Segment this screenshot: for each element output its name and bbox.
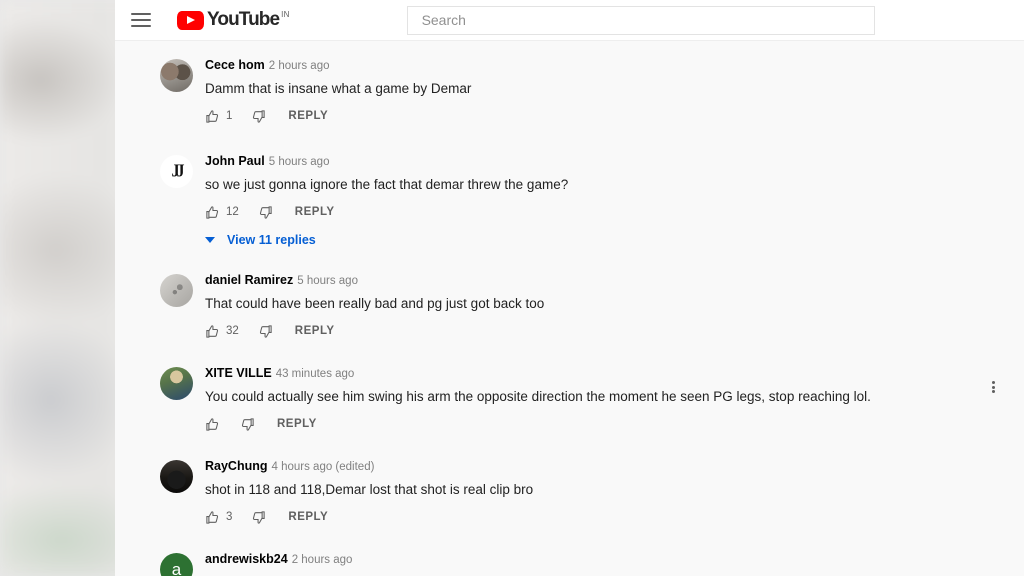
thumbs-up-icon[interactable]	[205, 417, 220, 432]
more-options-icon[interactable]	[985, 379, 1001, 395]
reply-button[interactable]: REPLY	[295, 325, 335, 337]
comment-author[interactable]: Cece hom	[205, 58, 265, 72]
comment-body: Cece hom 2 hours ago Damm that is insane …	[205, 55, 1024, 125]
search-box[interactable]	[406, 5, 875, 35]
thumbs-up-icon[interactable]	[205, 109, 220, 124]
reply-button[interactable]: REPLY	[295, 206, 335, 218]
youtube-app-frame: YouTube IN Cece hom2 hours ago Damm that…	[115, 0, 1024, 576]
thumbs-up-icon[interactable]	[205, 324, 220, 339]
reply-button[interactable]: REPLY	[277, 418, 317, 430]
like-count: 3	[226, 511, 233, 523]
youtube-logo-text: YouTube	[207, 9, 280, 30]
comment-actions: 1 REPLY	[205, 107, 1024, 125]
thumbs-down-icon[interactable]	[251, 510, 266, 525]
play-button-icon	[177, 11, 204, 30]
view-replies-label: View 11 replies	[227, 233, 316, 247]
comment-header: daniel Ramirez 5 hours ago	[205, 272, 1024, 289]
reply-button[interactable]: REPLY	[288, 110, 328, 122]
masthead-header: YouTube IN	[115, 0, 1024, 41]
avatar[interactable]	[160, 274, 193, 307]
comment-header: RayChung 4 hours ago (edited)	[205, 458, 1024, 475]
thumbs-down-icon[interactable]	[258, 324, 273, 339]
comment-text: That could have been really bad and pg j…	[205, 296, 545, 311]
comment-body: andrewiskb242 hours ago I thought the cl…	[205, 549, 1024, 576]
comment-actions: REPLY	[205, 415, 1024, 433]
like-count: 12	[226, 206, 239, 218]
comment-text: You could actually see him swing his arm…	[205, 389, 871, 404]
comment-item: daniel Ramirez 5 hours ago That could hav…	[115, 270, 1024, 340]
avatar[interactable]	[160, 460, 193, 493]
comment-timestamp: 4 hours ago (edited)	[271, 461, 375, 473]
view-replies-button[interactable]: View 11 replies	[205, 233, 1024, 247]
comment-item: a andrewiskb242 hours ago I thought the …	[115, 549, 1024, 576]
comment-item: Cece hom 2 hours ago Damm that is insane …	[115, 55, 1024, 125]
avatar[interactable]: a	[160, 553, 193, 576]
comment-body: John Paul 5 hours ago so we just gonna ig…	[205, 151, 1024, 247]
comment-author[interactable]: andrewiskb24	[205, 552, 288, 566]
comment-actions: 12 REPLY	[205, 203, 1024, 221]
comment-item: JJ John Paul 5 hours ago so we just gonna…	[115, 151, 1024, 247]
comment-timestamp: 43 minutes ago	[275, 368, 355, 380]
chevron-down-icon	[205, 237, 215, 243]
comment-body: XITE VILLE 43 minutes ago You could actua…	[205, 363, 1024, 433]
comment-text: so we just gonna ignore the fact that de…	[205, 177, 569, 192]
comment-timestamp: 5 hours ago	[297, 275, 358, 287]
comment-timestamp: 2 hours ago	[291, 554, 353, 566]
comment-item: XITE VILLE 43 minutes ago You could actua…	[115, 363, 1024, 433]
comment-author[interactable]: John Paul	[205, 154, 265, 168]
search-input[interactable]	[419, 11, 874, 29]
thumbs-up-icon[interactable]	[205, 205, 220, 220]
thumbs-down-icon[interactable]	[258, 205, 273, 220]
youtube-logo-country: IN	[281, 10, 290, 19]
comment-header: XITE VILLE 43 minutes ago	[205, 365, 1024, 382]
youtube-logo[interactable]: YouTube IN	[177, 10, 290, 30]
comment-text: Damm that is insane what a game by Demar	[205, 81, 472, 96]
comment-text: shot in 118 and 118,Demar lost that shot…	[205, 482, 534, 497]
comment-body: RayChung 4 hours ago (edited) shot in 118…	[205, 456, 1024, 526]
comment-timestamp: 2 hours ago	[268, 60, 330, 72]
hamburger-menu-icon[interactable]	[131, 13, 151, 27]
avatar[interactable]	[160, 367, 193, 400]
comment-actions: 3 REPLY	[205, 508, 1024, 526]
comment-item: RayChung 4 hours ago (edited) shot in 118…	[115, 456, 1024, 526]
comment-header: John Paul 5 hours ago	[205, 153, 1024, 170]
avatar-letter: a	[171, 559, 182, 576]
thumbs-up-icon[interactable]	[205, 510, 220, 525]
like-count: 1	[226, 110, 233, 122]
comment-author[interactable]: daniel Ramirez	[205, 273, 293, 287]
comment-author[interactable]: RayChung	[205, 459, 268, 473]
comment-body: daniel Ramirez 5 hours ago That could hav…	[205, 270, 1024, 340]
comment-header: Cece hom 2 hours ago	[205, 57, 1024, 74]
comment-actions: 32 REPLY	[205, 322, 1024, 340]
comment-header: andrewiskb24 2 hours ago	[205, 551, 1024, 568]
reply-button[interactable]: REPLY	[288, 511, 328, 523]
comment-author[interactable]: XITE VILLE	[205, 366, 272, 380]
comment-timestamp: 5 hours ago	[268, 156, 330, 168]
avatar[interactable]: JJ	[160, 155, 193, 188]
like-count: 32	[226, 325, 239, 337]
comments-list: Cece hom 2 hours ago Damm that is insane …	[115, 41, 1024, 576]
avatar-mark: JJ	[171, 161, 185, 181]
thumbs-down-icon[interactable]	[240, 417, 255, 432]
thumbs-down-icon[interactable]	[251, 109, 266, 124]
avatar[interactable]	[160, 59, 193, 92]
